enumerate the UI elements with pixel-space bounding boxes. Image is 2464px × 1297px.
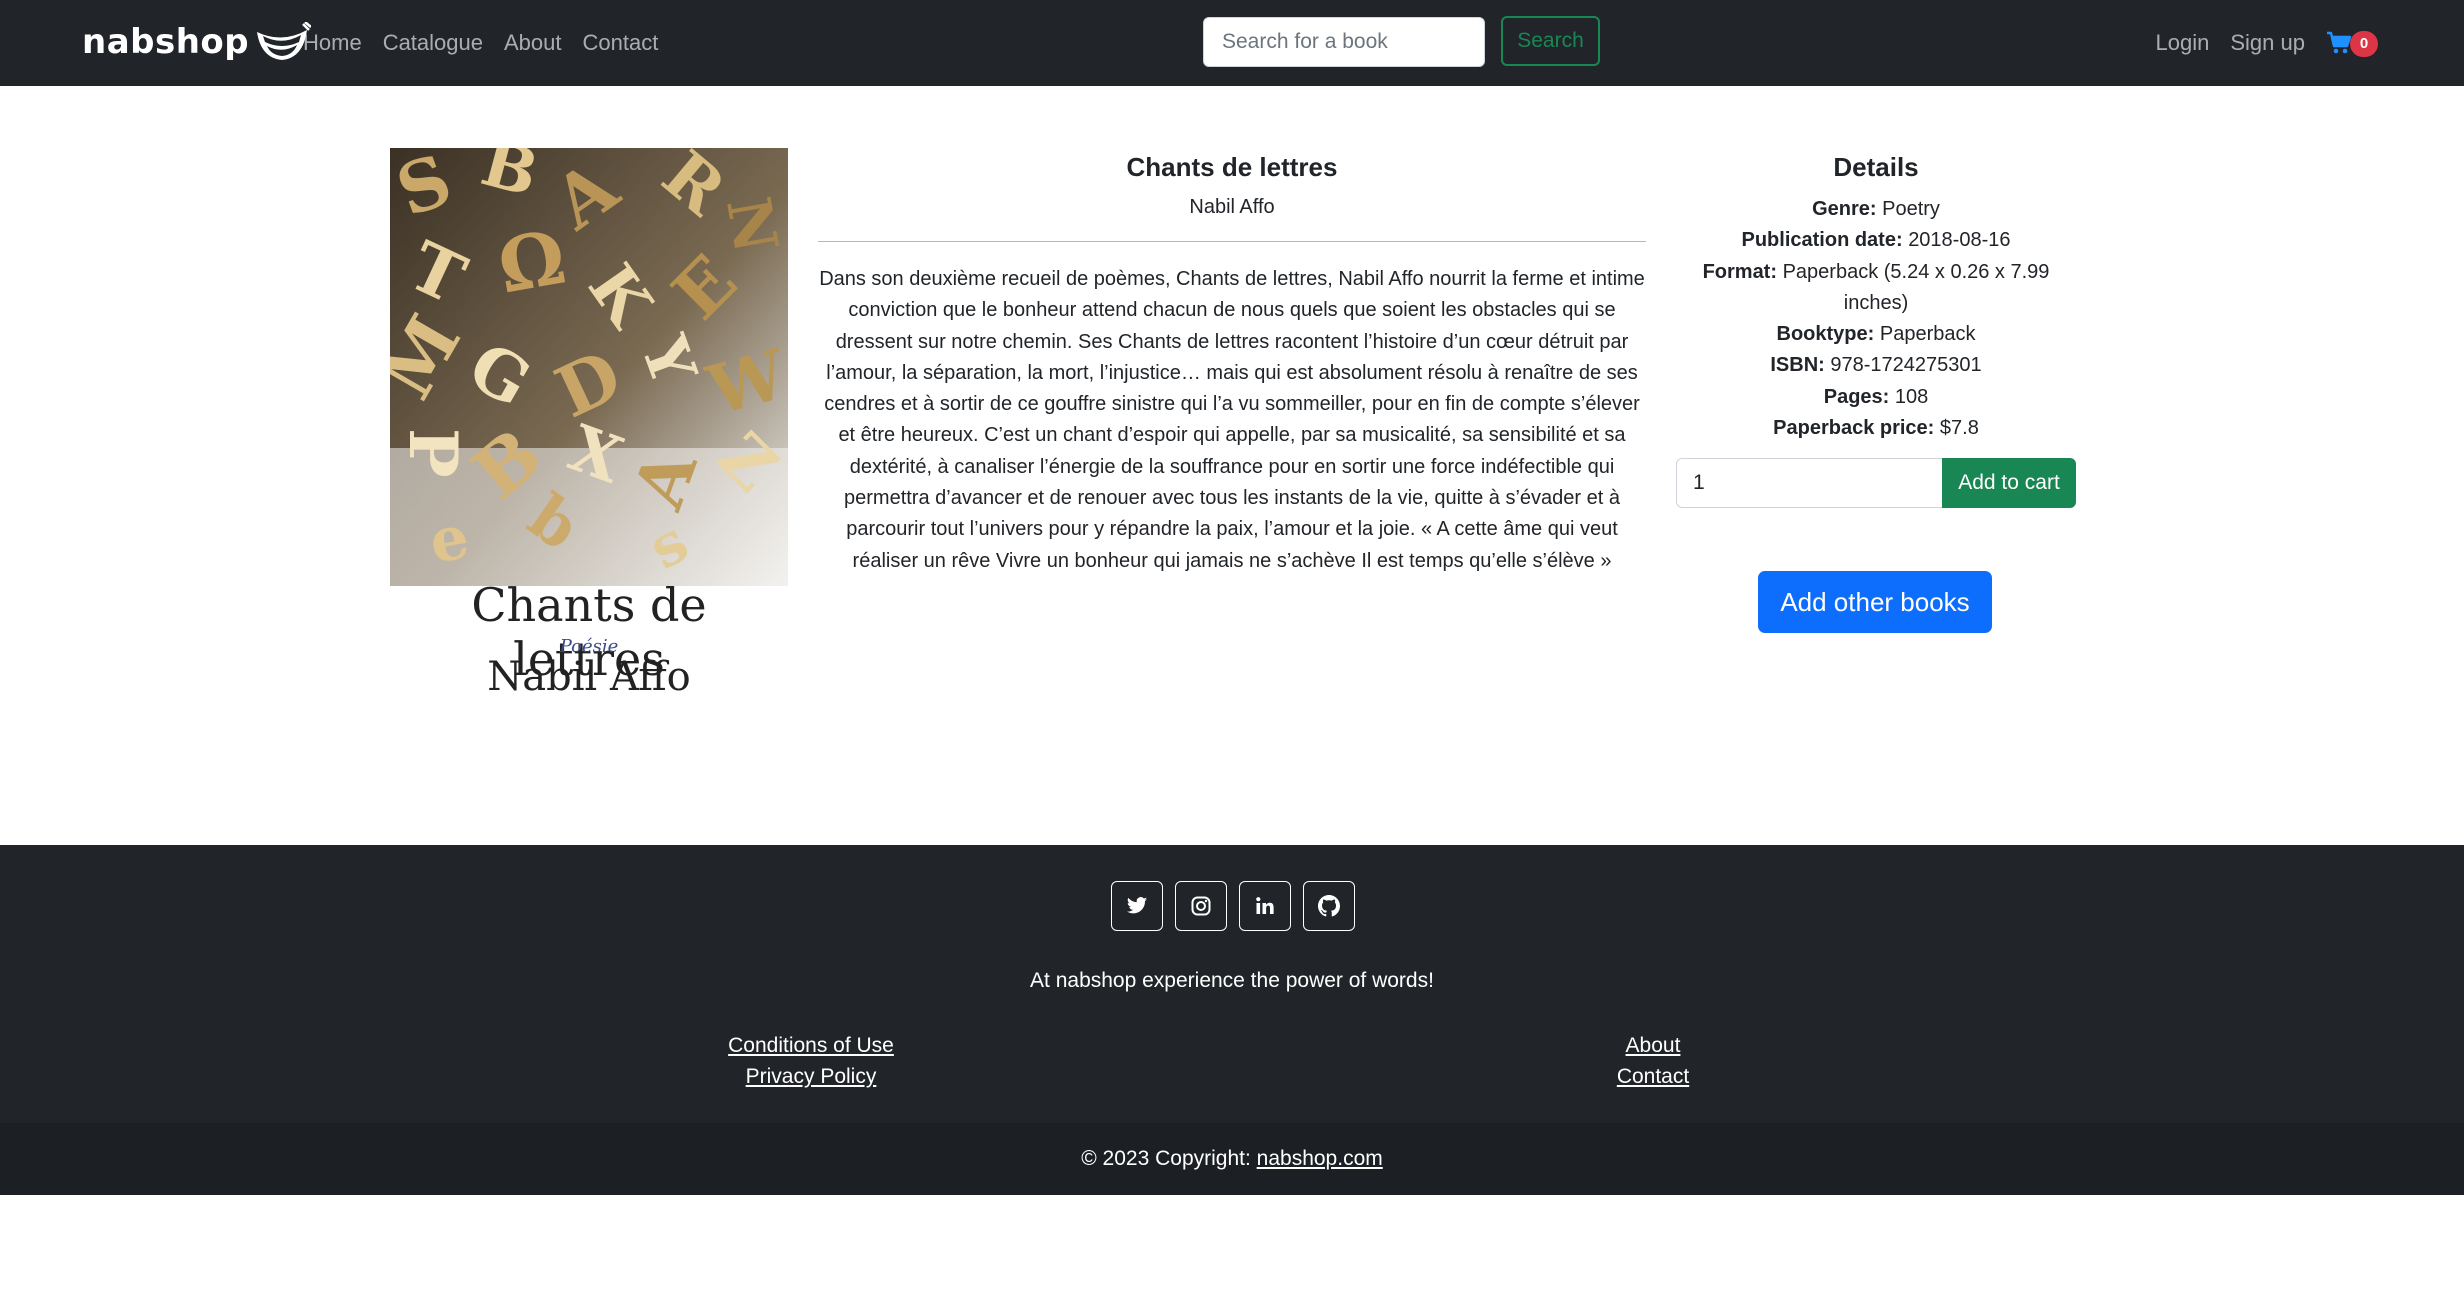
nav-right: Login Sign up 0 — [2135, 0, 2382, 86]
brand-logo[interactable]: nabshop — [82, 14, 312, 70]
cover-author: Nabil Affo — [487, 654, 691, 700]
book-description: Dans son deuxième recueil de poèmes, Cha… — [819, 268, 1645, 572]
add-to-cart-button[interactable]: Add to cart — [1942, 458, 2076, 509]
linkedin-button[interactable] — [1239, 881, 1291, 931]
footer-links-right: About Contact — [1542, 1030, 1764, 1092]
cover-letters-photo: S B A R N T Ω K E M G D Y W P B X A Z e — [390, 148, 788, 586]
details-panel: Details Genre: Poetry Publication date: … — [1676, 140, 2076, 509]
signup-link[interactable]: Sign up — [2230, 30, 2305, 56]
twitter-icon — [1126, 897, 1148, 914]
twitter-button[interactable] — [1111, 881, 1163, 931]
copyright-text: © 2023 Copyright: — [1081, 1147, 1257, 1170]
search-button[interactable]: Search — [1501, 16, 1600, 66]
details-heading: Details — [1833, 152, 1919, 182]
detail-genre: Genre: Poetry — [1812, 198, 1940, 220]
add-to-cart-form: Add to cart — [1676, 458, 2076, 509]
footer-contact-link[interactable]: Contact — [1617, 1065, 1689, 1088]
nav-contact-link[interactable]: Contact — [583, 30, 659, 56]
search-input[interactable] — [1203, 17, 1485, 67]
nav-about-link[interactable]: About — [504, 30, 562, 56]
footer-links-left: Conditions of Use Privacy Policy — [700, 1030, 922, 1092]
svg-text:N: N — [712, 192, 788, 258]
nav-home-link[interactable]: Home — [303, 30, 362, 56]
detail-booktype: Booktype: Paperback — [1776, 323, 1976, 346]
book-author: Nabil Affo — [1189, 196, 1275, 218]
detail-format: Format: Paperback (5.24 x 0.26 x 7.99 in… — [1702, 260, 2050, 314]
github-button[interactable] — [1303, 881, 1355, 931]
cart-button[interactable]: 0 — [2326, 23, 2382, 63]
book-cover-image: S B A R N T Ω K E M G D Y W P B X A Z e — [390, 148, 788, 708]
detail-isbn: ISBN: 978-1724275301 — [1770, 354, 1982, 377]
detail-publication-date: Publication date: 2018-08-16 — [1741, 229, 2011, 252]
conditions-of-use-link[interactable]: Conditions of Use — [728, 1034, 894, 1057]
book-info: Chants de lettres Nabil Affo Dans son de… — [818, 140, 1646, 577]
add-other-books-button[interactable]: Add other books — [1758, 571, 1992, 633]
details-list: Genre: Poetry Publication date: 2018-08-… — [1676, 194, 2076, 444]
instagram-icon — [1191, 896, 1211, 916]
linkedin-icon — [1256, 897, 1274, 914]
privacy-policy-link[interactable]: Privacy Policy — [746, 1065, 877, 1088]
brand-name: nabshop — [82, 22, 250, 62]
cart-count-badge: 0 — [2350, 31, 2378, 57]
instagram-button[interactable] — [1175, 881, 1227, 931]
detail-price: Paperback price: $7.8 — [1773, 417, 1979, 440]
copyright-site-link[interactable]: nabshop.com — [1257, 1147, 1383, 1170]
navbar: nabshop Home Catalogue About Contact Sea… — [0, 0, 2464, 86]
cart-icon — [2327, 31, 2352, 54]
footer-tagline: At nabshop experience the power of words… — [1030, 969, 1434, 992]
quantity-input[interactable] — [1676, 458, 1950, 509]
social-links — [1111, 881, 1367, 931]
footer: At nabshop experience the power of words… — [0, 845, 2464, 1123]
login-link[interactable]: Login — [2156, 30, 2210, 56]
detail-pages: Pages: 108 — [1823, 385, 1929, 408]
nav-links: Home Catalogue About Contact — [303, 0, 679, 86]
divider — [818, 241, 1646, 242]
book-title: Chants de lettres — [1126, 152, 1338, 182]
copyright-bar: © 2023 Copyright: nabshop.com — [0, 1123, 2464, 1195]
nav-catalogue-link[interactable]: Catalogue — [383, 30, 483, 56]
footer-about-link[interactable]: About — [1626, 1034, 1681, 1057]
github-icon — [1318, 895, 1340, 917]
